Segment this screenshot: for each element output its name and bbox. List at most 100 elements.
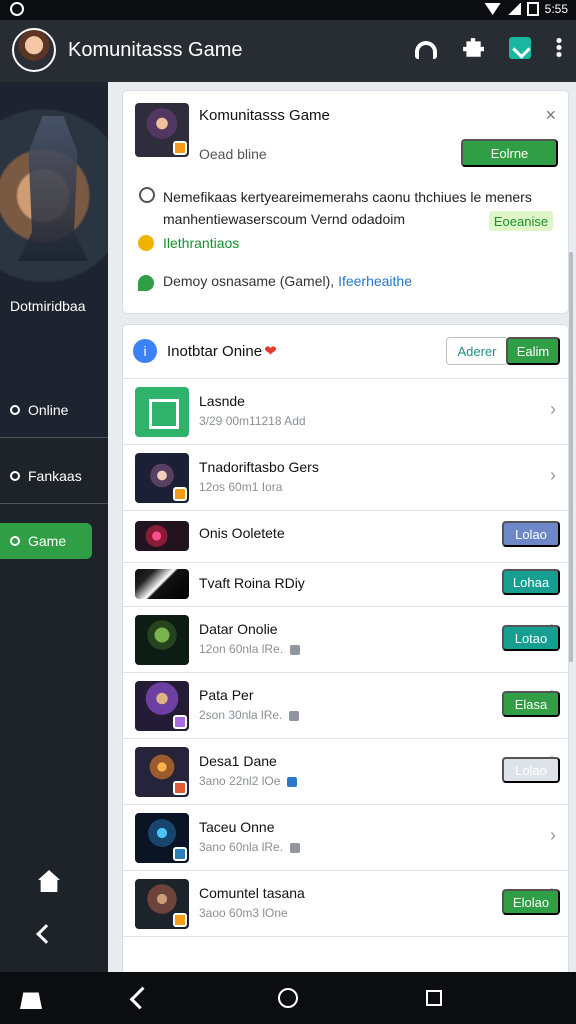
chat-icon[interactable] — [509, 37, 531, 59]
lock-icon — [289, 710, 300, 721]
sidebar-item-label: Online — [28, 401, 69, 418]
lock-icon — [290, 644, 301, 655]
game-badge-icon — [173, 847, 187, 861]
game-action-button[interactable]: Lohaa — [502, 569, 560, 595]
sidebar-hero-label: Dotmiridbaa — [10, 298, 86, 314]
description-icon — [139, 187, 155, 203]
game-badge-icon — [173, 781, 187, 795]
game-meta: 3aoo 60m3 lOne — [199, 906, 288, 920]
game-meta: 3ano 60nla lRe. — [199, 840, 301, 854]
list-item[interactable]: Tvaft Roina RDiy Lohaa — [123, 563, 570, 607]
store-icon[interactable] — [20, 992, 42, 1009]
system-navigation-bar — [0, 972, 576, 1024]
add-button[interactable]: Aderer — [446, 337, 508, 365]
game-name: Datar Onolie — [199, 621, 278, 637]
chevron-right-icon: › — [550, 399, 556, 419]
status-bar: 5:55 — [0, 0, 576, 20]
game-thumbnail — [135, 615, 189, 665]
game-thumbnail — [135, 681, 189, 731]
game-thumbnail — [135, 387, 189, 437]
sidebar: Dotmiridbaa Online Fankaas Game — [0, 82, 108, 972]
back-nav-icon[interactable] — [129, 986, 153, 1010]
recent-apps-icon[interactable] — [426, 990, 442, 1006]
game-action-button[interactable]: Lotao — [502, 625, 560, 651]
game-action-button[interactable]: Elolao — [502, 889, 560, 915]
online-filter-button[interactable]: Ealim — [506, 337, 560, 365]
game-thumbnail — [135, 453, 189, 503]
card-subtitle: Oead bline — [199, 146, 267, 162]
circle-icon — [10, 470, 20, 481]
game-list-card: i Inotbtar Onine ❤ Aderer Ealim Lasnde 3/… — [122, 324, 570, 972]
demo-prefix: Demoy osnasame (Gamel), — [163, 273, 335, 289]
game-action-button[interactable]: Lolao — [502, 757, 560, 783]
demo-link[interactable]: Ifeerheaithe — [338, 273, 412, 289]
leaf-icon — [138, 275, 154, 291]
game-meta: 2son 30nla lRe. — [199, 708, 300, 722]
game-name: Pata Per — [199, 687, 254, 703]
community-link[interactable]: Ilethrantiaos — [163, 235, 239, 251]
lock-icon — [287, 776, 298, 787]
header-actions — [415, 37, 562, 59]
game-meta: 3ano 22nl2 lOe — [199, 774, 298, 788]
sidebar-item-label: Game — [28, 533, 67, 549]
game-badge-icon — [173, 487, 187, 501]
game-icon — [10, 536, 20, 546]
app-title: Komunitasss Game — [68, 39, 243, 61]
list-item[interactable]: Pata Per 2son 30nla lRe. › Elasa — [123, 673, 570, 739]
notification-icon[interactable] — [415, 41, 437, 59]
game-badge-icon — [173, 141, 187, 155]
online-indicator-icon: i — [133, 339, 157, 363]
online-button[interactable]: Eolrne — [461, 139, 558, 167]
close-icon[interactable]: × — [545, 105, 556, 126]
game-name: Onis Ooletete — [199, 525, 285, 541]
game-thumbnail — [135, 521, 189, 551]
status-icons: 5:55 — [484, 2, 568, 16]
community-game-avatar — [135, 103, 189, 157]
heart-icon: ❤ — [264, 343, 277, 360]
battery-icon — [526, 2, 539, 16]
list-item[interactable]: Lasnde 3/29 00m11218 Add › — [123, 379, 570, 445]
sidebar-item-fankaas[interactable]: Fankaas — [0, 448, 108, 504]
list-item[interactable]: Comuntel tasana 3aoo 60m3 lOne › Elolao — [123, 871, 570, 937]
chevron-right-icon: › — [550, 465, 556, 485]
back-icon[interactable] — [36, 924, 56, 944]
community-card: Komunitasss Game Oead bline × Eolrne Nem… — [122, 90, 569, 314]
scrollbar[interactable] — [569, 252, 573, 662]
info-icon — [138, 235, 154, 251]
status-time: 5:55 — [544, 2, 568, 16]
online-icon — [10, 404, 20, 415]
game-thumbnail — [135, 569, 189, 599]
list-item[interactable]: Tnadoriftasbo Gers 12os 60m1 Iora › — [123, 445, 570, 511]
game-name: Taceu Onne — [199, 819, 275, 835]
sidebar-item-online[interactable]: Online — [0, 382, 108, 438]
game-meta: 12os 60m1 Iora — [199, 480, 283, 494]
description-tag: Eoeanise — [489, 211, 553, 231]
game-name: Tvaft Roina RDiy — [199, 575, 305, 591]
puzzle-icon[interactable] — [463, 38, 484, 57]
app-bar: Komunitasss Game — [0, 20, 576, 82]
game-thumbnail — [135, 747, 189, 797]
game-action-button[interactable]: Elasa — [502, 691, 560, 717]
sidebar-item-game[interactable]: Game — [0, 523, 92, 559]
game-name: Tnadoriftasbo Gers — [199, 459, 319, 475]
game-badge-icon — [173, 715, 187, 729]
wifi-icon — [484, 3, 501, 15]
lock-icon — [290, 842, 301, 853]
more-icon[interactable] — [556, 37, 562, 59]
home-icon[interactable] — [38, 870, 60, 892]
signal-icon — [506, 3, 521, 15]
main-content: Komunitasss Game Oead bline × Eolrne Nem… — [108, 82, 576, 972]
game-list-title: Inotbtar Onine ❤ — [167, 343, 277, 360]
list-item[interactable]: Taceu Onne 3ano 60nla lRe. › — [123, 805, 570, 871]
avatar[interactable] — [12, 28, 56, 72]
game-thumbnail — [135, 879, 189, 929]
app-status-icon — [10, 2, 24, 16]
demo-text: Demoy osnasame (Gamel), Ifeerheaithe — [163, 273, 412, 289]
game-name: Comuntel tasana — [199, 885, 305, 901]
game-name: Lasnde — [199, 393, 245, 409]
list-item[interactable]: Desa1 Dane 3ano 22nl2 lOe › Lolao — [123, 739, 570, 805]
list-item[interactable]: Onis Ooletete Lolao — [123, 511, 570, 563]
list-item[interactable]: Datar Onolie 12on 60nla lRe. › Lotao — [123, 607, 570, 673]
game-action-button[interactable]: Lolao — [502, 521, 560, 547]
home-nav-icon[interactable] — [278, 988, 298, 1008]
